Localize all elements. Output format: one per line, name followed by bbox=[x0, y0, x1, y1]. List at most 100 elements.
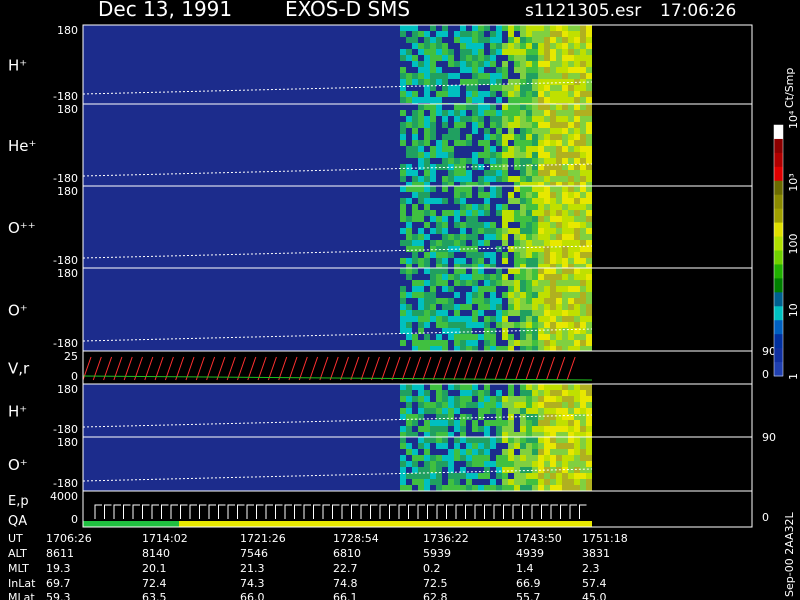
heat-cell bbox=[544, 73, 550, 79]
heat-cell bbox=[508, 246, 514, 252]
heat-cell bbox=[412, 449, 418, 455]
heat-cell bbox=[442, 316, 448, 322]
heat-cell bbox=[538, 210, 544, 216]
colorbar-swatch bbox=[774, 166, 783, 182]
heat-cell bbox=[562, 140, 568, 146]
heat-cell bbox=[472, 91, 478, 97]
heat-cell bbox=[580, 228, 586, 234]
heat-cell bbox=[490, 228, 496, 234]
heat-cell bbox=[586, 122, 592, 128]
heat-cell bbox=[532, 55, 538, 61]
heat-cell bbox=[532, 390, 538, 396]
heat-cell bbox=[448, 85, 454, 91]
heat-cell bbox=[496, 176, 502, 182]
heat-cell bbox=[418, 316, 424, 322]
heat-cell bbox=[466, 43, 472, 49]
heat-cell bbox=[580, 473, 586, 479]
heat-cell bbox=[580, 158, 586, 164]
heat-cell bbox=[478, 402, 484, 408]
heat-cell bbox=[526, 85, 532, 91]
heat-cell bbox=[508, 396, 514, 402]
heat-cell bbox=[502, 122, 508, 128]
heat-cell bbox=[502, 461, 508, 467]
footer-cell: 4939 bbox=[516, 547, 544, 560]
heat-cell bbox=[514, 110, 520, 116]
heat-cell bbox=[442, 390, 448, 396]
heat-cell bbox=[586, 55, 592, 61]
heat-cell bbox=[538, 310, 544, 316]
heat-cell bbox=[472, 268, 478, 274]
heat-cell bbox=[418, 280, 424, 286]
heat-cell bbox=[496, 467, 502, 473]
heat-cell bbox=[424, 322, 430, 328]
heat-cell bbox=[484, 322, 490, 328]
heat-cell bbox=[400, 455, 406, 461]
heat-cell bbox=[436, 437, 442, 443]
heat-cell bbox=[562, 396, 568, 402]
heat-cell bbox=[490, 258, 496, 264]
heat-cell bbox=[508, 228, 514, 234]
heat-cell bbox=[544, 334, 550, 340]
heat-cell bbox=[502, 91, 508, 97]
heat-cell bbox=[532, 192, 538, 198]
heat-cell bbox=[466, 437, 472, 443]
heat-cell bbox=[502, 176, 508, 182]
heat-cell bbox=[532, 222, 538, 228]
heat-cell bbox=[484, 408, 490, 414]
heat-cell bbox=[412, 43, 418, 49]
heat-cell bbox=[472, 110, 478, 116]
heat-cell bbox=[580, 455, 586, 461]
panel-label-6: H⁺ bbox=[8, 403, 27, 421]
heat-cell bbox=[520, 152, 526, 158]
heat-cell bbox=[556, 268, 562, 274]
heat-cell bbox=[580, 91, 586, 97]
heat-cell bbox=[502, 234, 508, 240]
heat-cell bbox=[532, 176, 538, 182]
heat-cell bbox=[580, 43, 586, 49]
heat-cell bbox=[496, 49, 502, 55]
heat-cell bbox=[574, 322, 580, 328]
heat-cell bbox=[484, 240, 490, 246]
heat-cell bbox=[448, 485, 454, 491]
heat-cell bbox=[466, 322, 472, 328]
heat-cell bbox=[520, 97, 526, 103]
heat-cell bbox=[580, 426, 586, 432]
heat-cell bbox=[406, 246, 412, 252]
heat-cell bbox=[460, 322, 466, 328]
heat-cell bbox=[412, 97, 418, 103]
plot-areas bbox=[82, 24, 753, 528]
heat-cell bbox=[586, 384, 592, 390]
heat-cell bbox=[406, 216, 412, 222]
heat-cell bbox=[406, 316, 412, 322]
heat-cell bbox=[520, 426, 526, 432]
heat-cell bbox=[520, 91, 526, 97]
heat-cell bbox=[490, 402, 496, 408]
heat-cell bbox=[418, 479, 424, 485]
heat-cell bbox=[544, 420, 550, 426]
heat-cell bbox=[490, 73, 496, 79]
heat-cell bbox=[586, 91, 592, 97]
heat-cell bbox=[478, 228, 484, 234]
heat-cell bbox=[430, 467, 436, 473]
heat-cell bbox=[472, 274, 478, 280]
heat-cell bbox=[580, 116, 586, 122]
heat-cell bbox=[568, 384, 574, 390]
heat-cell bbox=[478, 43, 484, 49]
heat-cell bbox=[502, 280, 508, 286]
heat-cell bbox=[472, 228, 478, 234]
y-tick-bottom-8: 0 bbox=[71, 513, 78, 526]
heat-cell bbox=[574, 192, 580, 198]
heat-cell bbox=[496, 43, 502, 49]
heat-cell bbox=[418, 426, 424, 432]
heat-cell bbox=[520, 467, 526, 473]
heat-cell bbox=[436, 164, 442, 170]
heat-cell bbox=[442, 43, 448, 49]
heat-cell bbox=[412, 246, 418, 252]
heat-cell bbox=[514, 158, 520, 164]
heat-cell bbox=[562, 426, 568, 432]
title-instrument: EXOS-D SMS bbox=[285, 0, 410, 21]
heat-cell bbox=[484, 222, 490, 228]
heat-cell bbox=[550, 473, 556, 479]
heat-cell bbox=[526, 228, 532, 234]
heat-cell bbox=[538, 402, 544, 408]
